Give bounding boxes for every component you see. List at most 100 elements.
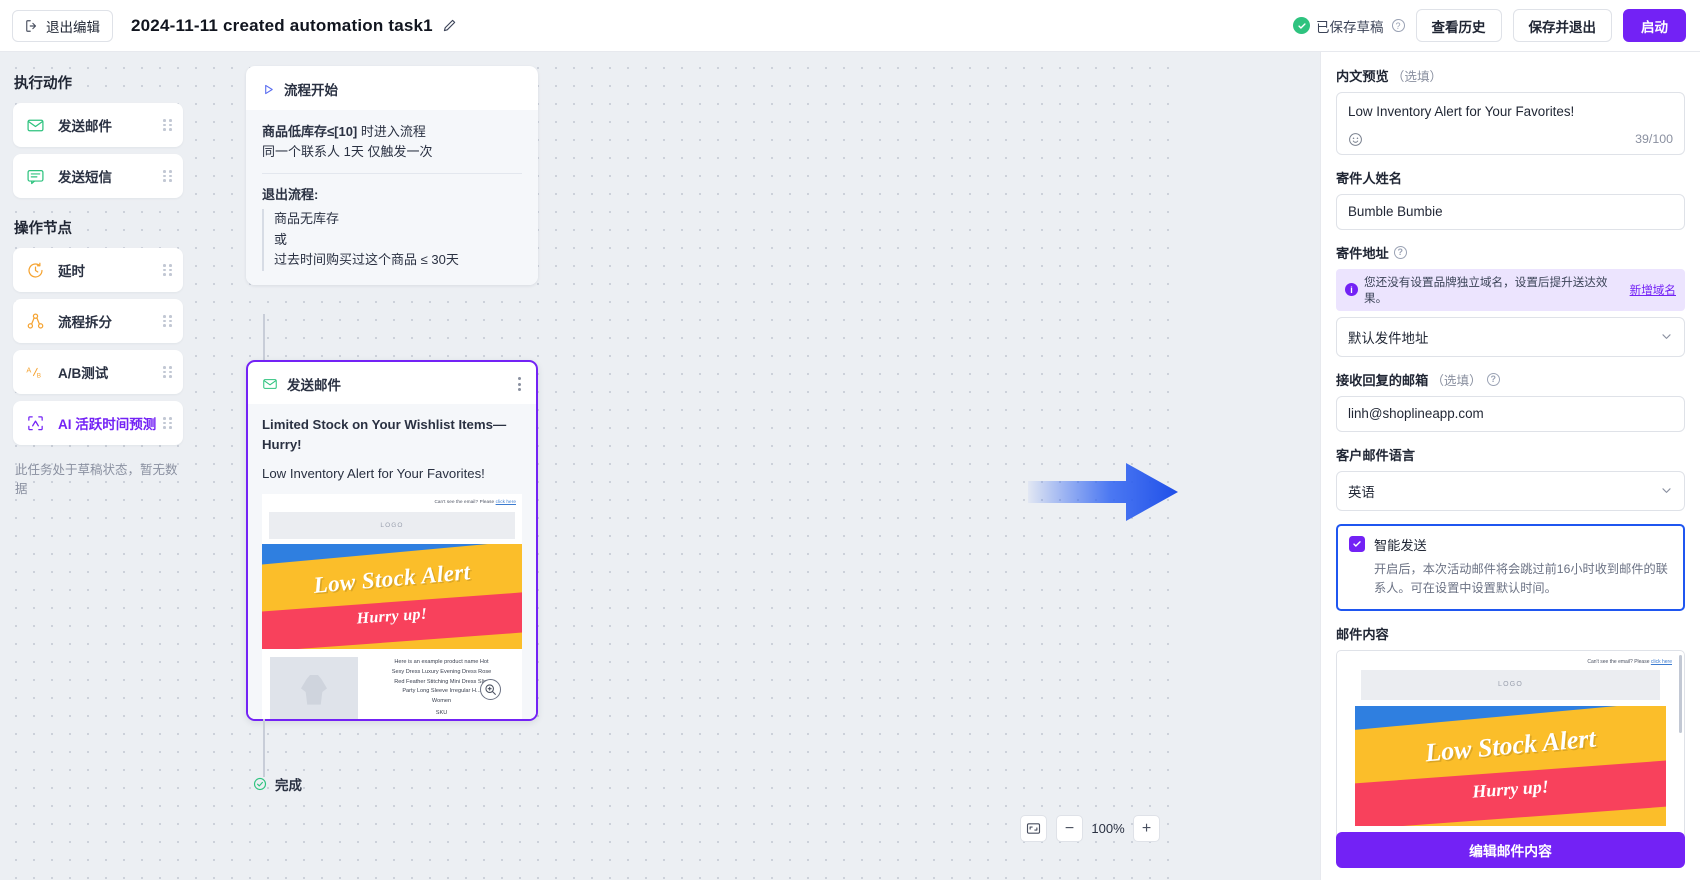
- top-bar: 退出编辑 2024-11-11 created automation task1…: [0, 0, 1700, 52]
- canvas-zoom-bar: − 100% +: [1020, 815, 1160, 842]
- view-history-button[interactable]: 查看历史: [1416, 9, 1502, 42]
- product-sku: SKU: [367, 709, 516, 719]
- smart-send-description: 开启后，本次活动邮件将会跳过前16小时收到邮件的联系人。可在设置中设置默认时间。: [1349, 560, 1672, 598]
- email-settings-panel: 内文预览 （选填） Low Inventory Alert for Your F…: [1320, 52, 1700, 880]
- domain-notice-banner: i 您还没有设置品牌独立域名，设置后提升送达效果。 新增域名: [1336, 269, 1685, 311]
- preheader-value: Low Inventory Alert for Your Favorites!: [1348, 103, 1673, 122]
- annotation-arrow: [1028, 463, 1178, 521]
- smart-send-header: 智能发送: [1349, 535, 1672, 554]
- preheader-label-text: 内文预览: [1336, 66, 1389, 85]
- node-palette: 执行动作 发送邮件 发送短信 操作节点 延: [0, 52, 193, 497]
- magnifier-plus-icon: [484, 683, 497, 696]
- done-label: 完成: [275, 774, 302, 794]
- email-node-title: 发送邮件: [287, 374, 341, 394]
- info-icon: i: [1345, 283, 1358, 296]
- email-subject: Limited Stock on Your Wishlist Items—Hur…: [262, 415, 522, 455]
- trigger-condition-strong: 商品低库存≤[10]: [262, 124, 357, 139]
- drag-handle-icon[interactable]: [163, 264, 172, 276]
- mail-icon: [262, 376, 278, 392]
- flow-node-done[interactable]: 完成: [253, 774, 302, 794]
- flow-node-send-email[interactable]: 发送邮件 Limited Stock on Your Wishlist Item…: [246, 360, 538, 721]
- edit-pencil-icon[interactable]: [442, 18, 457, 33]
- field-sender-address: 寄件地址 ? i 您还没有设置品牌独立域名，设置后提升送达效果。 新增域名 默认…: [1336, 243, 1685, 357]
- drag-handle-icon[interactable]: [163, 417, 172, 429]
- help-icon[interactable]: ?: [1394, 246, 1407, 259]
- exit-condition-operator: 或: [274, 230, 522, 251]
- chevron-down-icon: [1660, 484, 1673, 497]
- divider: [262, 173, 522, 174]
- play-triangle-icon: [262, 83, 275, 96]
- sender-address-label-text: 寄件地址: [1336, 243, 1389, 262]
- zoom-out-button[interactable]: −: [1056, 815, 1083, 842]
- exit-icon: [25, 19, 39, 33]
- mail-icon: [26, 116, 45, 135]
- drag-handle-icon[interactable]: [163, 315, 172, 327]
- email-thumbnail: Can't see the email? Please click here L…: [262, 494, 522, 719]
- flow-node-start[interactable]: 流程开始 商品低库存≤[10] 时进入流程 同一个联系人 1天 仅触发一次 退出…: [246, 66, 538, 285]
- preheader-input[interactable]: Low Inventory Alert for Your Favorites! …: [1336, 92, 1685, 155]
- reply-to-input[interactable]: linh@shoplineapp.com: [1336, 396, 1685, 432]
- product-image-placeholder: [270, 657, 358, 719]
- mail-content-preview[interactable]: Can't see the email? Please click here L…: [1336, 650, 1685, 862]
- smart-send-checkbox[interactable]: [1349, 536, 1365, 552]
- emoji-icon[interactable]: [1348, 132, 1363, 147]
- product-line: Here is an example product name Hot: [367, 658, 516, 668]
- drag-handle-icon[interactable]: [163, 366, 172, 378]
- palette-item-delay[interactable]: 延时: [13, 248, 183, 292]
- reply-to-optional: （选填）: [1431, 370, 1481, 389]
- clock-icon: [26, 261, 45, 280]
- palette-item-label: A/B测试: [58, 362, 108, 382]
- dress-silhouette-icon: [301, 675, 327, 705]
- email-node-body: Limited Stock on Your Wishlist Items—Hur…: [248, 404, 536, 719]
- page-title: 2024-11-11 created automation task1: [131, 16, 433, 36]
- email-logo-placeholder: LOGO: [269, 512, 515, 539]
- preview-scrollbar[interactable]: [1679, 655, 1683, 733]
- preview-logo-placeholder: LOGO: [1361, 670, 1660, 700]
- product-line: Sexy Dress Luxury Evening Dress Rose: [367, 668, 516, 678]
- click-here-link[interactable]: click here: [1651, 659, 1672, 665]
- language-value: 英语: [1348, 481, 1375, 501]
- top-bar-actions: 已保存草稿 ? 查看历史 保存并退出 启动: [1293, 9, 1686, 42]
- field-preheader: 内文预览 （选填） Low Inventory Alert for Your F…: [1336, 66, 1685, 155]
- help-icon[interactable]: ?: [1487, 373, 1500, 386]
- chevron-down-icon: [1660, 330, 1673, 343]
- palette-item-send-sms[interactable]: 发送短信: [13, 154, 183, 198]
- save-and-exit-button[interactable]: 保存并退出: [1513, 9, 1613, 42]
- sender-address-value: 默认发件地址: [1348, 327, 1428, 347]
- start-node-title: 流程开始: [284, 79, 338, 99]
- trigger-condition: 商品低库存≤[10] 时进入流程: [262, 122, 522, 142]
- exit-edit-button[interactable]: 退出编辑: [12, 10, 113, 42]
- palette-draft-note: 此任务处于草稿状态，暂无数据: [15, 459, 183, 497]
- palette-item-ab-test[interactable]: A B A/B测试: [13, 350, 183, 394]
- palette-item-send-email[interactable]: 发送邮件: [13, 103, 183, 147]
- zoom-level: 100%: [1089, 821, 1127, 836]
- add-domain-link[interactable]: 新增域名: [1630, 282, 1676, 298]
- email-preheader: Low Inventory Alert for Your Favorites!: [262, 464, 522, 484]
- zoom-in-button[interactable]: +: [1133, 815, 1160, 842]
- done-check-icon: [253, 777, 267, 791]
- help-icon[interactable]: ?: [1392, 19, 1405, 32]
- click-here-link[interactable]: click here: [496, 499, 516, 504]
- preheader-footer: 39/100: [1348, 132, 1673, 147]
- drag-handle-icon[interactable]: [163, 119, 172, 131]
- sms-icon: [26, 167, 45, 186]
- language-select[interactable]: 英语: [1336, 471, 1685, 511]
- flow-connector-bottom: [263, 719, 265, 777]
- split-icon: [26, 312, 45, 331]
- palette-item-split[interactable]: 流程拆分: [13, 299, 183, 343]
- cant-see-email-text: Can't see the email? Please: [434, 499, 495, 504]
- zoom-controls: − 100% +: [1056, 815, 1160, 842]
- node-more-menu-icon[interactable]: [515, 374, 524, 394]
- edit-mail-content-button[interactable]: 编辑邮件内容: [1336, 832, 1685, 868]
- email-node-header: 发送邮件: [248, 362, 536, 404]
- launch-button[interactable]: 启动: [1623, 9, 1686, 42]
- sender-address-select[interactable]: 默认发件地址: [1336, 317, 1685, 357]
- drag-handle-icon[interactable]: [163, 170, 172, 182]
- smart-send-section: 智能发送 开启后，本次活动邮件将会跳过前16小时收到邮件的联系人。可在设置中设置…: [1336, 524, 1685, 611]
- check-icon: [1352, 539, 1362, 549]
- cant-see-email-text: Can't see the email? Please: [1587, 659, 1651, 665]
- palette-item-ai-active-time[interactable]: AI 活跃时间预测: [13, 401, 183, 445]
- sender-name-input[interactable]: Bumble Bumbie: [1336, 194, 1685, 230]
- flow-canvas[interactable]: 执行动作 发送邮件 发送短信 操作节点 延: [0, 52, 1180, 880]
- fit-to-screen-button[interactable]: [1020, 815, 1047, 842]
